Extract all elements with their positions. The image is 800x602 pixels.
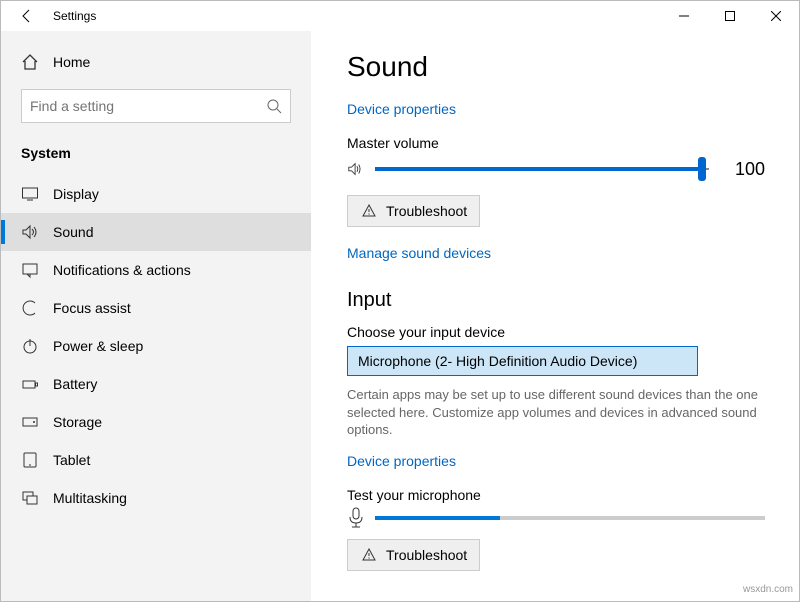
sidebar-item-focus[interactable]: Focus assist [1,289,311,327]
warning-icon [360,546,378,564]
warning-icon [360,202,378,220]
sidebar-item-label: Sound [53,224,93,240]
window-controls [661,1,799,31]
titlebar: Settings [1,1,799,31]
sidebar-item-notifications[interactable]: Notifications & actions [1,251,311,289]
search-box[interactable] [21,89,291,123]
sidebar-item-display[interactable]: Display [1,175,311,213]
multitasking-icon [21,489,39,507]
troubleshoot-button[interactable]: Troubleshoot [347,195,480,227]
microphone-icon [347,509,365,527]
watermark: wsxdn.com [743,584,793,595]
storage-icon [21,413,39,431]
sidebar-item-power[interactable]: Power & sleep [1,327,311,365]
close-button[interactable] [753,1,799,31]
battery-icon [21,375,39,393]
back-button[interactable] [5,1,49,31]
tablet-icon [21,451,39,469]
search-icon [266,98,282,114]
volume-row: 100 [347,157,765,181]
sidebar-item-label: Focus assist [53,300,131,316]
focus-icon [21,299,39,317]
display-icon [21,185,39,203]
search-input[interactable] [30,98,266,114]
home-icon [21,53,39,71]
button-label: Troubleshoot [386,203,467,219]
sidebar-item-label: Power & sleep [53,338,143,354]
input-help-text: Certain apps may be set up to use differ… [347,386,765,439]
sidebar-item-storage[interactable]: Storage [1,403,311,441]
test-mic-label: Test your microphone [347,487,765,503]
sidebar-item-label: Battery [53,376,97,392]
sidebar-item-tablet[interactable]: Tablet [1,441,311,479]
sound-icon [21,223,39,241]
notifications-icon [21,261,39,279]
choose-input-label: Choose your input device [347,324,765,340]
power-icon [21,337,39,355]
troubleshoot-mic-button[interactable]: Troubleshoot [347,539,480,571]
main-panel: Sound Device properties Master volume 10… [311,31,799,601]
speaker-icon[interactable] [347,160,365,178]
volume-value: 100 [719,159,765,180]
mic-test-row [347,509,765,527]
master-volume-label: Master volume [347,135,765,151]
sidebar: Home System Display Sound [1,31,311,601]
home-nav[interactable]: Home [1,45,311,79]
device-properties-link[interactable]: Device properties [347,101,456,117]
window-title: Settings [49,9,661,23]
sidebar-item-battery[interactable]: Battery [1,365,311,403]
mic-level-bar [375,516,765,520]
sidebar-item-label: Storage [53,414,102,430]
sidebar-item-label: Display [53,186,99,202]
input-heading: Input [347,289,765,312]
sidebar-item-label: Tablet [53,452,90,468]
button-label: Troubleshoot [386,547,467,563]
sidebar-item-label: Notifications & actions [53,262,191,278]
sidebar-item-sound[interactable]: Sound [1,213,311,251]
minimize-button[interactable] [661,1,707,31]
dropdown-value: Microphone (2- High Definition Audio Dev… [358,353,637,369]
settings-window: Settings Home System [0,0,800,602]
window-body: Home System Display Sound [1,31,799,601]
page-title: Sound [347,51,765,83]
input-device-dropdown[interactable]: Microphone (2- High Definition Audio Dev… [347,346,698,376]
volume-slider[interactable] [375,157,709,181]
input-device-properties-link[interactable]: Device properties [347,453,456,469]
sidebar-item-label: Multitasking [53,490,127,506]
section-header: System [1,139,311,175]
sidebar-item-multitasking[interactable]: Multitasking [1,479,311,517]
manage-sound-link[interactable]: Manage sound devices [347,245,491,261]
maximize-button[interactable] [707,1,753,31]
home-label: Home [53,54,90,70]
